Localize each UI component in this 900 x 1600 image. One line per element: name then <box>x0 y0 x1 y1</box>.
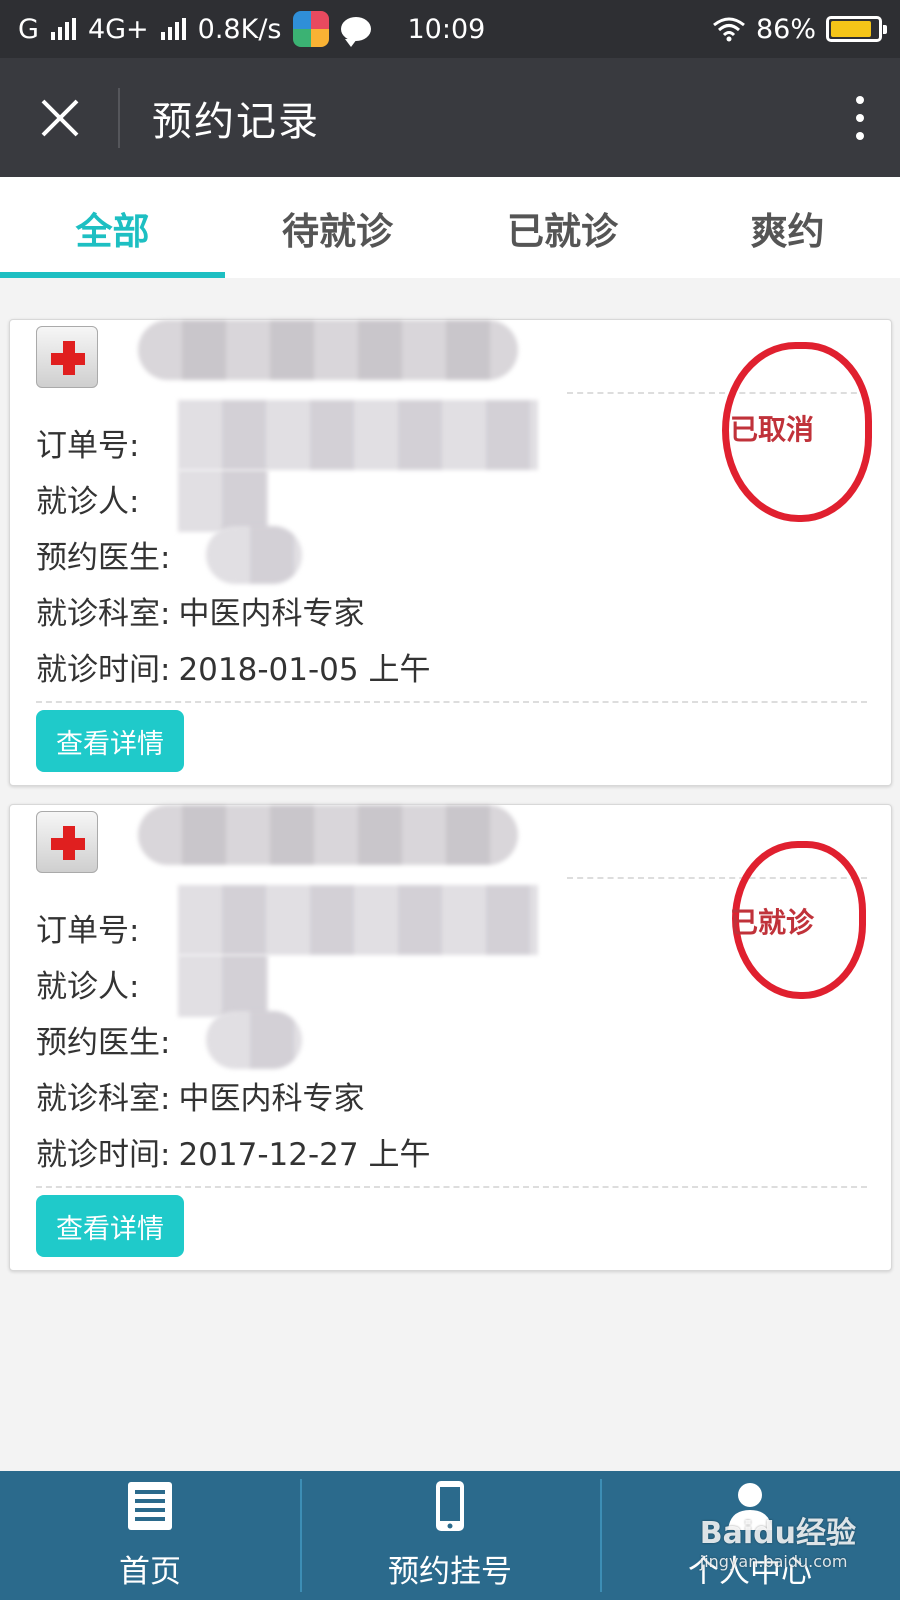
nav-booking-label: 预约挂号 <box>388 1554 512 1590</box>
tab-bar: 全部 待就诊 已就诊 爽约 <box>0 177 900 278</box>
doctor-row: 预约医生: <box>36 532 170 577</box>
divider <box>36 701 867 703</box>
divider <box>36 1186 867 1188</box>
wifi-icon <box>713 17 745 42</box>
doctor-name-redacted <box>206 1011 302 1069</box>
nav-home-label: 首页 <box>119 1554 181 1590</box>
doctor-row: 预约医生: <box>36 1017 170 1062</box>
watermark-brand: Baidu经验 <box>699 1516 856 1551</box>
net-speed: 0.8K/s <box>197 13 282 45</box>
patient-name-redacted <box>178 470 268 532</box>
nav-booking[interactable]: 预约挂号 <box>300 1471 600 1600</box>
hospital-name-redacted <box>138 320 518 380</box>
department-value: 中医内科专家 <box>178 596 365 632</box>
battery-percent: 86% <box>755 13 816 45</box>
patient-label: 就诊人: <box>36 484 140 520</box>
app-notification-icon <box>293 11 330 47</box>
department-label: 就诊科室: <box>36 1081 171 1117</box>
patient-row: 就诊人: <box>36 476 139 521</box>
close-icon <box>41 99 79 136</box>
view-details-button[interactable]: 查看详情 <box>36 1195 184 1257</box>
order-row: 订单号: <box>36 905 139 950</box>
order-number-redacted <box>178 400 538 470</box>
appointment-card: 已就诊 订单号: 就诊人: 预约医生: 就诊科室: 中医内科专家 就诊时间: 2… <box>9 804 892 1271</box>
tab-all[interactable]: 全部 <box>0 177 225 278</box>
tab-pending[interactable]: 待就诊 <box>225 177 450 278</box>
more-button[interactable] <box>820 58 900 177</box>
visit-time-row: 就诊时间: 2018-01-05 上午 <box>36 644 430 689</box>
title-bar: 预约记录 <box>0 58 900 177</box>
patient-label: 就诊人: <box>36 969 140 1005</box>
page-title: 预约记录 <box>152 98 320 145</box>
hospital-cross-icon <box>36 811 98 873</box>
hospital-name-redacted <box>138 805 518 865</box>
order-row: 订单号: <box>36 420 139 465</box>
battery-icon <box>826 16 887 42</box>
watermark-url: jingyan.baidu.com <box>699 1552 848 1571</box>
status-bar: G 4G+ 0.8K/s 10:09 86% <box>0 0 900 58</box>
close-button[interactable] <box>0 58 120 177</box>
network-label: 4G+ <box>87 13 149 45</box>
hospital-cross-icon <box>36 326 98 388</box>
document-icon <box>128 1482 172 1530</box>
status-badge: 已就诊 <box>730 906 815 939</box>
more-vertical-icon <box>856 95 864 104</box>
tab-missed[interactable]: 爽约 <box>675 177 900 278</box>
nav-home[interactable]: 首页 <box>0 1471 300 1600</box>
order-label: 订单号: <box>36 428 140 464</box>
watermark: Baidu经验 jingyan.baidu.com <box>700 1508 856 1571</box>
department-label: 就诊科室: <box>36 596 171 632</box>
department-value: 中医内科专家 <box>178 1081 365 1117</box>
order-number-redacted <box>178 885 538 955</box>
visit-time-value: 2018-01-05 上午 <box>178 652 431 688</box>
order-label: 订单号: <box>36 913 140 949</box>
tab-visited[interactable]: 已就诊 <box>450 177 675 278</box>
patient-name-redacted <box>178 955 268 1017</box>
clock: 10:09 <box>407 13 486 45</box>
doctor-label: 预约医生: <box>36 1025 171 1061</box>
status-badge: 已取消 <box>730 413 815 446</box>
signal-icon <box>160 18 186 40</box>
doctor-label: 预约医生: <box>36 540 171 576</box>
doctor-name-redacted <box>206 526 302 584</box>
visit-time-value: 2017-12-27 上午 <box>178 1137 431 1173</box>
visit-time-label: 就诊时间: <box>36 652 171 688</box>
carrier-label: G <box>18 13 39 45</box>
department-row: 就诊科室: 中医内科专家 <box>36 1073 364 1118</box>
visit-time-row: 就诊时间: 2017-12-27 上午 <box>36 1129 430 1174</box>
phone-icon <box>436 1481 464 1531</box>
department-row: 就诊科室: 中医内科专家 <box>36 588 364 633</box>
chat-notification-icon <box>341 17 372 47</box>
appointment-card: 已取消 订单号: 就诊人: 预约医生: 就诊科室: 中医内科专家 就诊时间: 2… <box>9 319 892 786</box>
signal-icon <box>50 18 76 40</box>
view-details-button[interactable]: 查看详情 <box>36 710 184 772</box>
patient-row: 就诊人: <box>36 961 139 1006</box>
visit-time-label: 就诊时间: <box>36 1137 171 1173</box>
